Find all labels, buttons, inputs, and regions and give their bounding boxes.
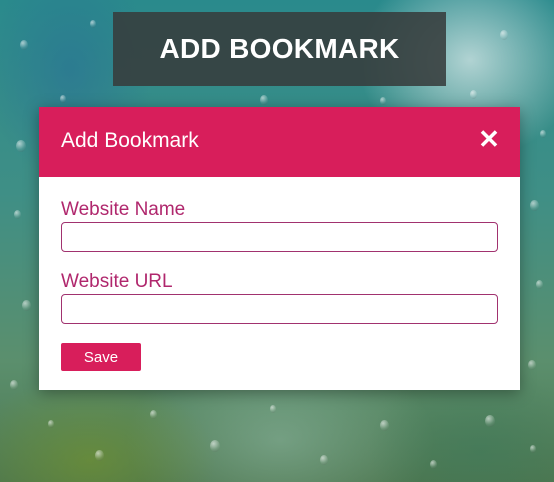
website-url-input[interactable]	[61, 294, 498, 324]
page-title: ADD BOOKMARK	[159, 33, 400, 64]
modal-body: Website Name Website URL Save	[39, 177, 520, 371]
website-url-label: Website URL	[61, 271, 173, 292]
close-icon[interactable]: ✕	[478, 125, 500, 153]
website-name-label: Website Name	[61, 199, 186, 220]
modal-title: Add Bookmark	[61, 129, 199, 152]
add-bookmark-modal: Add Bookmark ✕ Website Name Website URL …	[39, 107, 520, 390]
save-button[interactable]: Save	[61, 343, 141, 371]
website-name-input[interactable]	[61, 222, 498, 252]
modal-header: Add Bookmark ✕	[39, 107, 520, 177]
hero-banner: ADD BOOKMARK	[113, 12, 446, 86]
